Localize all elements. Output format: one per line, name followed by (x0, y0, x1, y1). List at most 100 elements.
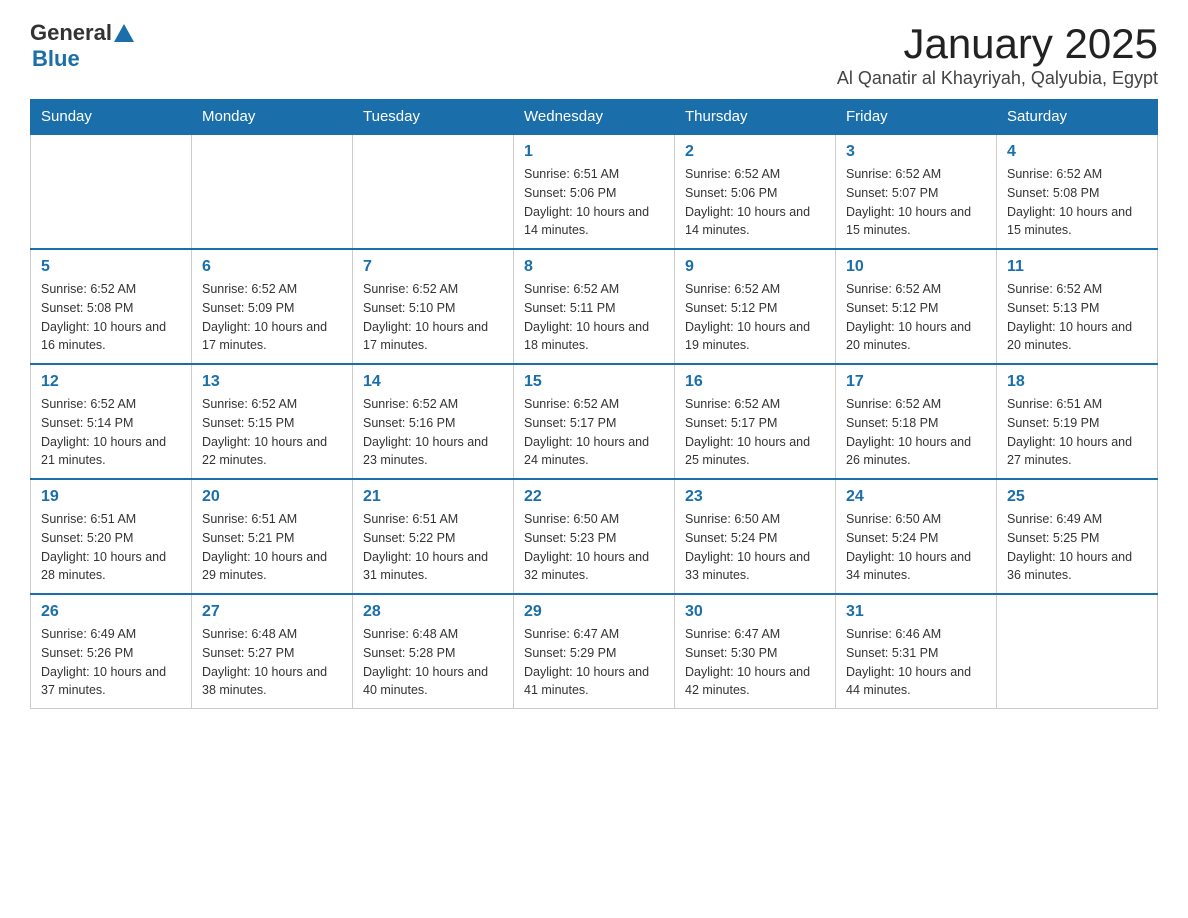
day-number: 2 (685, 143, 825, 161)
header-saturday: Saturday (997, 100, 1158, 135)
day-info: Sunrise: 6:47 AMSunset: 5:30 PMDaylight:… (685, 625, 825, 700)
calendar-cell: 4Sunrise: 6:52 AMSunset: 5:08 PMDaylight… (997, 134, 1158, 249)
day-info: Sunrise: 6:52 AMSunset: 5:09 PMDaylight:… (202, 280, 342, 355)
header-friday: Friday (836, 100, 997, 135)
day-number: 30 (685, 603, 825, 621)
day-info: Sunrise: 6:52 AMSunset: 5:16 PMDaylight:… (363, 395, 503, 470)
day-number: 20 (202, 488, 342, 506)
day-info: Sunrise: 6:52 AMSunset: 5:18 PMDaylight:… (846, 395, 986, 470)
calendar-cell: 23Sunrise: 6:50 AMSunset: 5:24 PMDayligh… (675, 479, 836, 594)
calendar-cell: 26 Sunrise: 6:49 AMSunset: 5:26 PMDayligh… (31, 594, 192, 709)
day-info: Sunrise: 6:52 AMSunset: 5:12 PMDaylight:… (846, 280, 986, 355)
header-tuesday: Tuesday (353, 100, 514, 135)
calendar-cell: 1Sunrise: 6:51 AMSunset: 5:06 PMDaylight… (514, 134, 675, 249)
day-number: 15 (524, 373, 664, 391)
calendar-cell: 2Sunrise: 6:52 AMSunset: 5:06 PMDaylight… (675, 134, 836, 249)
day-number: 1 (524, 143, 664, 161)
day-number: 11 (1007, 258, 1147, 276)
day-number: 29 (524, 603, 664, 621)
header-sunday: Sunday (31, 100, 192, 135)
calendar-cell (997, 594, 1158, 709)
day-info: Sunrise: 6:51 AMSunset: 5:20 PMDaylight:… (41, 510, 181, 585)
calendar-table: Sunday Monday Tuesday Wednesday Thursday… (30, 99, 1158, 709)
day-info: Sunrise: 6:52 AMSunset: 5:15 PMDaylight:… (202, 395, 342, 470)
day-number: 23 (685, 488, 825, 506)
header: General Blue January 2025 Al Qanatir al … (30, 20, 1158, 89)
calendar-cell: 9 Sunrise: 6:52 AMSunset: 5:12 PMDaylight… (675, 249, 836, 364)
calendar-cell: 14 Sunrise: 6:52 AMSunset: 5:16 PMDayligh… (353, 364, 514, 479)
day-number: 13 (202, 373, 342, 391)
day-info: Sunrise: 6:52 AMSunset: 5:08 PMDaylight:… (41, 280, 181, 355)
week-row-3: 12Sunrise: 6:52 AMSunset: 5:14 PMDayligh… (31, 364, 1158, 479)
header-wednesday: Wednesday (514, 100, 675, 135)
calendar-cell: 11 Sunrise: 6:52 AMSunset: 5:13 PMDayligh… (997, 249, 1158, 364)
calendar-cell (31, 134, 192, 249)
day-info: Sunrise: 6:50 AMSunset: 5:23 PMDaylight:… (524, 510, 664, 585)
day-info: Sunrise: 6:51 AMSunset: 5:21 PMDaylight:… (202, 510, 342, 585)
day-info: Sunrise: 6:49 AMSunset: 5:26 PMDaylight:… (41, 625, 181, 700)
calendar-cell: 19Sunrise: 6:51 AMSunset: 5:20 PMDayligh… (31, 479, 192, 594)
logo-general-text: General (30, 20, 112, 46)
calendar-cell: 13 Sunrise: 6:52 AMSunset: 5:15 PMDayligh… (192, 364, 353, 479)
calendar-cell: 27 Sunrise: 6:48 AMSunset: 5:27 PMDayligh… (192, 594, 353, 709)
day-number: 26 (41, 603, 181, 621)
day-info: Sunrise: 6:50 AMSunset: 5:24 PMDaylight:… (846, 510, 986, 585)
day-info: Sunrise: 6:52 AMSunset: 5:12 PMDaylight:… (685, 280, 825, 355)
day-number: 16 (685, 373, 825, 391)
day-number: 9 (685, 258, 825, 276)
logo-blue-text: Blue (30, 46, 134, 72)
day-number: 21 (363, 488, 503, 506)
calendar-cell: 8 Sunrise: 6:52 AMSunset: 5:11 PMDaylight… (514, 249, 675, 364)
day-info: Sunrise: 6:48 AMSunset: 5:27 PMDaylight:… (202, 625, 342, 700)
header-thursday: Thursday (675, 100, 836, 135)
calendar-cell: 5 Sunrise: 6:52 AMSunset: 5:08 PMDaylight… (31, 249, 192, 364)
calendar-cell: 21 Sunrise: 6:51 AMSunset: 5:22 PMDayligh… (353, 479, 514, 594)
month-title: January 2025 (837, 20, 1158, 68)
title-area: January 2025 Al Qanatir al Khayriyah, Qa… (837, 20, 1158, 89)
day-number: 5 (41, 258, 181, 276)
day-info: Sunrise: 6:51 AMSunset: 5:19 PMDaylight:… (1007, 395, 1147, 470)
day-number: 6 (202, 258, 342, 276)
week-row-5: 26 Sunrise: 6:49 AMSunset: 5:26 PMDayligh… (31, 594, 1158, 709)
logo: General Blue (30, 20, 134, 73)
calendar-cell: 15 Sunrise: 6:52 AMSunset: 5:17 PMDayligh… (514, 364, 675, 479)
calendar-cell: 22 Sunrise: 6:50 AMSunset: 5:23 PMDayligh… (514, 479, 675, 594)
day-info: Sunrise: 6:52 AMSunset: 5:10 PMDaylight:… (363, 280, 503, 355)
day-info: Sunrise: 6:46 AMSunset: 5:31 PMDaylight:… (846, 625, 986, 700)
day-info: Sunrise: 6:51 AMSunset: 5:22 PMDaylight:… (363, 510, 503, 585)
day-number: 18 (1007, 373, 1147, 391)
day-info: Sunrise: 6:49 AMSunset: 5:25 PMDaylight:… (1007, 510, 1147, 585)
calendar-cell: 25Sunrise: 6:49 AMSunset: 5:25 PMDayligh… (997, 479, 1158, 594)
calendar-cell: 7 Sunrise: 6:52 AMSunset: 5:10 PMDaylight… (353, 249, 514, 364)
day-number: 24 (846, 488, 986, 506)
calendar-cell: 31Sunrise: 6:46 AMSunset: 5:31 PMDayligh… (836, 594, 997, 709)
day-number: 22 (524, 488, 664, 506)
weekday-header-row: Sunday Monday Tuesday Wednesday Thursday… (31, 100, 1158, 135)
day-number: 7 (363, 258, 503, 276)
location-title: Al Qanatir al Khayriyah, Qalyubia, Egypt (837, 68, 1158, 89)
day-info: Sunrise: 6:52 AMSunset: 5:14 PMDaylight:… (41, 395, 181, 470)
week-row-4: 19Sunrise: 6:51 AMSunset: 5:20 PMDayligh… (31, 479, 1158, 594)
calendar-cell: 17 Sunrise: 6:52 AMSunset: 5:18 PMDayligh… (836, 364, 997, 479)
calendar-cell: 10 Sunrise: 6:52 AMSunset: 5:12 PMDayligh… (836, 249, 997, 364)
day-info: Sunrise: 6:52 AMSunset: 5:13 PMDaylight:… (1007, 280, 1147, 355)
calendar-cell (353, 134, 514, 249)
day-info: Sunrise: 6:47 AMSunset: 5:29 PMDaylight:… (524, 625, 664, 700)
day-number: 17 (846, 373, 986, 391)
calendar-cell: 20 Sunrise: 6:51 AMSunset: 5:21 PMDayligh… (192, 479, 353, 594)
calendar-cell: 24 Sunrise: 6:50 AMSunset: 5:24 PMDayligh… (836, 479, 997, 594)
day-number: 14 (363, 373, 503, 391)
day-info: Sunrise: 6:52 AMSunset: 5:17 PMDaylight:… (524, 395, 664, 470)
calendar-cell: 28Sunrise: 6:48 AMSunset: 5:28 PMDayligh… (353, 594, 514, 709)
calendar-cell: 3Sunrise: 6:52 AMSunset: 5:07 PMDaylight… (836, 134, 997, 249)
week-row-2: 5 Sunrise: 6:52 AMSunset: 5:08 PMDaylight… (31, 249, 1158, 364)
calendar-cell: 18 Sunrise: 6:51 AMSunset: 5:19 PMDayligh… (997, 364, 1158, 479)
day-number: 27 (202, 603, 342, 621)
calendar-cell: 29 Sunrise: 6:47 AMSunset: 5:29 PMDayligh… (514, 594, 675, 709)
calendar-cell: 16 Sunrise: 6:52 AMSunset: 5:17 PMDayligh… (675, 364, 836, 479)
day-number: 8 (524, 258, 664, 276)
calendar-cell: 30 Sunrise: 6:47 AMSunset: 5:30 PMDayligh… (675, 594, 836, 709)
day-info: Sunrise: 6:52 AMSunset: 5:17 PMDaylight:… (685, 395, 825, 470)
day-info: Sunrise: 6:52 AMSunset: 5:11 PMDaylight:… (524, 280, 664, 355)
day-number: 10 (846, 258, 986, 276)
